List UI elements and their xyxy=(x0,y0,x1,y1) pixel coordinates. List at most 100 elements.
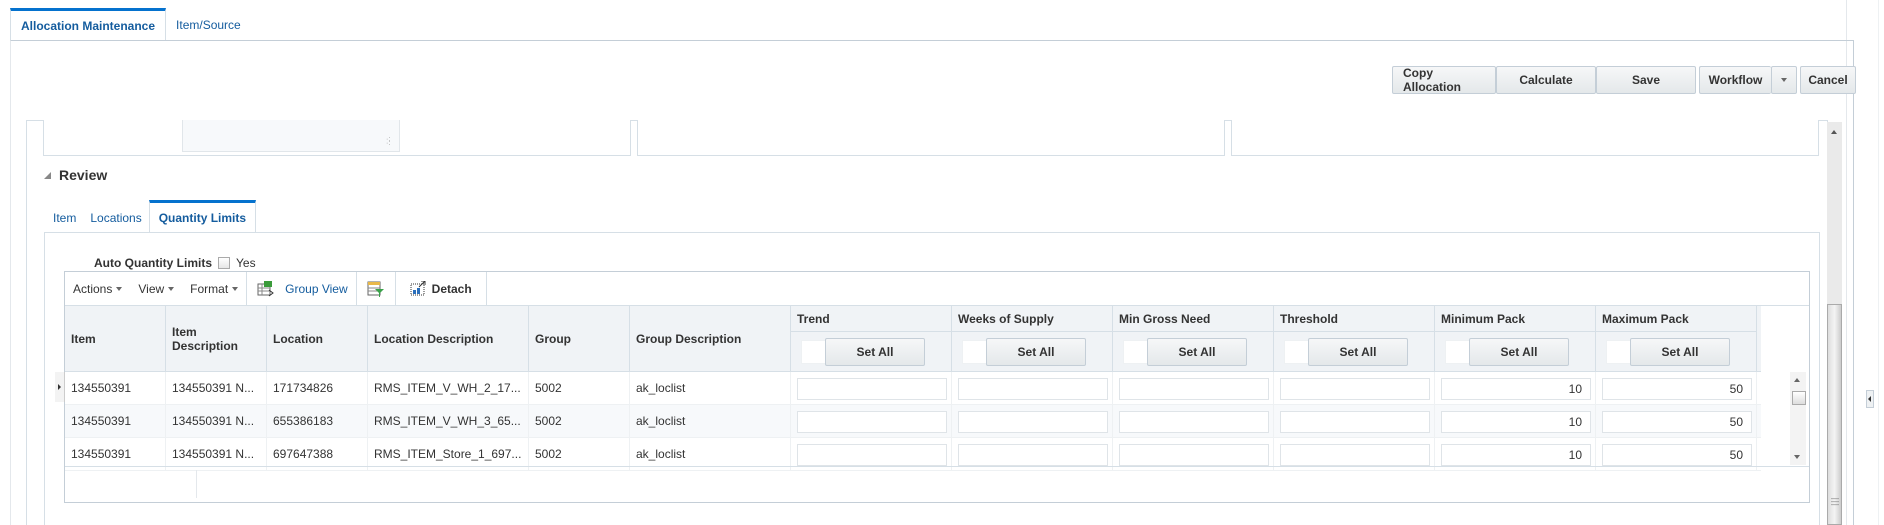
collapse-pane-button[interactable] xyxy=(1866,390,1874,408)
chevron-down-icon xyxy=(1781,78,1787,82)
table-body: 134550391 134550391 N... 171734826 RMS_I… xyxy=(65,372,1761,471)
table-row[interactable]: 134550391 134550391 N... 171734826 RMS_I… xyxy=(65,372,1761,405)
trend-input[interactable] xyxy=(797,377,947,400)
trend-header-label[interactable]: Trend xyxy=(791,306,951,332)
cancel-button[interactable]: Cancel xyxy=(1800,66,1856,94)
minimum-pack-input[interactable]: 10 xyxy=(1441,410,1591,433)
actions-menu[interactable]: Actions xyxy=(65,282,130,296)
weeks-of-supply-set-all-input[interactable] xyxy=(962,340,986,364)
footer-divider xyxy=(196,470,197,498)
minimum-pack-input[interactable]: 10 xyxy=(1441,377,1591,400)
workflow-button[interactable]: Workflow xyxy=(1699,66,1771,94)
review-title: Review xyxy=(59,167,108,183)
column-header-location-description[interactable]: Location Description xyxy=(368,306,529,372)
table-toolbar: Actions View Format Group View Detach xyxy=(65,271,1809,306)
cell-location: 655386183 xyxy=(267,405,368,438)
detach-button[interactable]: Detach xyxy=(396,281,486,296)
upper-cell xyxy=(637,120,1225,156)
format-menu[interactable]: Format xyxy=(182,282,246,296)
weeks-of-supply-input[interactable] xyxy=(958,377,1108,400)
column-header-group-description[interactable]: Group Description xyxy=(630,306,791,372)
threshold-input[interactable] xyxy=(1280,443,1430,466)
maximum-pack-input[interactable]: 50 xyxy=(1602,377,1752,400)
column-header-item-description[interactable]: Item Description xyxy=(166,306,267,372)
action-toolbar: Copy Allocation Calculate Save Workflow … xyxy=(1392,66,1856,94)
column-header-maximum-pack: Maximum Pack Set All xyxy=(1596,306,1757,372)
weeks-of-supply-set-all-button[interactable]: Set All xyxy=(986,338,1086,366)
copy-allocation-button[interactable]: Copy Allocation xyxy=(1392,66,1496,94)
scroll-up-icon[interactable] xyxy=(1831,130,1837,134)
trend-input[interactable] xyxy=(797,410,947,433)
tab-quantity-limits[interactable]: Quantity Limits xyxy=(148,200,257,233)
view-menu[interactable]: View xyxy=(130,282,182,296)
cell-group: 5002 xyxy=(529,372,630,405)
comment-textarea[interactable] xyxy=(182,120,400,152)
maximum-pack-set-all-input[interactable] xyxy=(1606,340,1630,364)
table-row[interactable]: 134550391 134550391 N... 655386183 RMS_I… xyxy=(65,405,1761,438)
calculate-button[interactable]: Calculate xyxy=(1496,66,1596,94)
min-gross-need-input[interactable] xyxy=(1119,443,1269,466)
trend-set-all-input[interactable] xyxy=(801,340,825,364)
minimum-pack-input[interactable]: 10 xyxy=(1441,443,1591,466)
scroll-up-icon[interactable] xyxy=(1794,378,1800,382)
collapse-triangle-icon xyxy=(44,171,51,179)
toolbar-separator xyxy=(355,271,357,306)
review-tabs: Item Locations Quantity Limits xyxy=(46,200,257,233)
format-label: Format xyxy=(190,281,229,296)
minimum-pack-header-label[interactable]: Minimum Pack xyxy=(1435,306,1595,332)
cell-item-description: 134550391 N... xyxy=(166,405,267,438)
scrollbar-thumb[interactable] xyxy=(1827,304,1842,525)
minimum-pack-set-all-button[interactable]: Set All xyxy=(1469,338,1569,366)
maximum-pack-input[interactable]: 50 xyxy=(1602,410,1752,433)
chevron-down-icon xyxy=(116,286,123,291)
resize-grip-icon[interactable]: ·: ·: xyxy=(386,136,396,148)
tab-item-source[interactable]: Item/Source xyxy=(166,8,251,41)
cell-group: 5002 xyxy=(529,405,630,438)
threshold-set-all-button[interactable]: Set All xyxy=(1308,338,1408,366)
weeks-of-supply-input[interactable] xyxy=(958,410,1108,433)
weeks-of-supply-input[interactable] xyxy=(958,443,1108,466)
main-tabs: Allocation Maintenance Item/Source xyxy=(10,8,251,41)
min-gross-need-set-all-button[interactable]: Set All xyxy=(1147,338,1247,366)
cell-location-description: RMS_ITEM_V_WH_3_65... xyxy=(368,405,529,438)
tab-locations[interactable]: Locations xyxy=(83,203,148,233)
page-vertical-scrollbar[interactable]: — — — xyxy=(1827,122,1842,525)
min-gross-need-header-label[interactable]: Min Gross Need xyxy=(1113,306,1273,332)
threshold-set-all-input[interactable] xyxy=(1284,340,1308,364)
threshold-header-label[interactable]: Threshold xyxy=(1274,306,1434,332)
column-header-location[interactable]: Location xyxy=(267,306,368,372)
minimum-pack-set-all-input[interactable] xyxy=(1445,340,1469,364)
cell-item-description: 134550391 N... xyxy=(166,372,267,405)
table-vertical-scrollbar[interactable] xyxy=(1790,372,1806,465)
column-header-item[interactable]: Item xyxy=(65,306,166,372)
auto-quantity-limits-checkbox[interactable] xyxy=(218,257,230,269)
threshold-input[interactable] xyxy=(1280,377,1430,400)
current-row-indicator-icon xyxy=(58,384,61,390)
detach-icon xyxy=(410,281,426,296)
export-excel-icon[interactable] xyxy=(257,280,275,297)
filter-icon[interactable] xyxy=(367,281,385,297)
weeks-of-supply-header-label[interactable]: Weeks of Supply xyxy=(952,306,1112,332)
column-header-group[interactable]: Group xyxy=(529,306,630,372)
tab-item[interactable]: Item xyxy=(46,203,83,233)
group-view-link[interactable]: Group View xyxy=(285,282,355,296)
trend-set-all-button[interactable]: Set All xyxy=(825,338,925,366)
threshold-input[interactable] xyxy=(1280,410,1430,433)
maximum-pack-input[interactable]: 50 xyxy=(1602,443,1752,466)
trend-input[interactable] xyxy=(797,443,947,466)
view-label: View xyxy=(138,281,165,296)
table-footer xyxy=(65,466,1809,502)
min-gross-need-input[interactable] xyxy=(1119,377,1269,400)
scroll-down-icon[interactable] xyxy=(1794,455,1800,459)
workflow-dropdown-button[interactable] xyxy=(1771,66,1797,94)
save-button[interactable]: Save xyxy=(1596,66,1696,94)
maximum-pack-set-all-button[interactable]: Set All xyxy=(1630,338,1730,366)
min-gross-need-set-all-input[interactable] xyxy=(1123,340,1147,364)
tab-allocation-maintenance[interactable]: Allocation Maintenance xyxy=(10,8,167,41)
maximum-pack-header-label[interactable]: Maximum Pack xyxy=(1596,306,1756,332)
table-header: Item Item Description Location Location … xyxy=(65,306,1761,372)
review-section-header[interactable]: Review xyxy=(44,167,107,183)
scrollbar-thumb[interactable] xyxy=(1792,391,1806,405)
cell-location: 171734826 xyxy=(267,372,368,405)
min-gross-need-input[interactable] xyxy=(1119,410,1269,433)
